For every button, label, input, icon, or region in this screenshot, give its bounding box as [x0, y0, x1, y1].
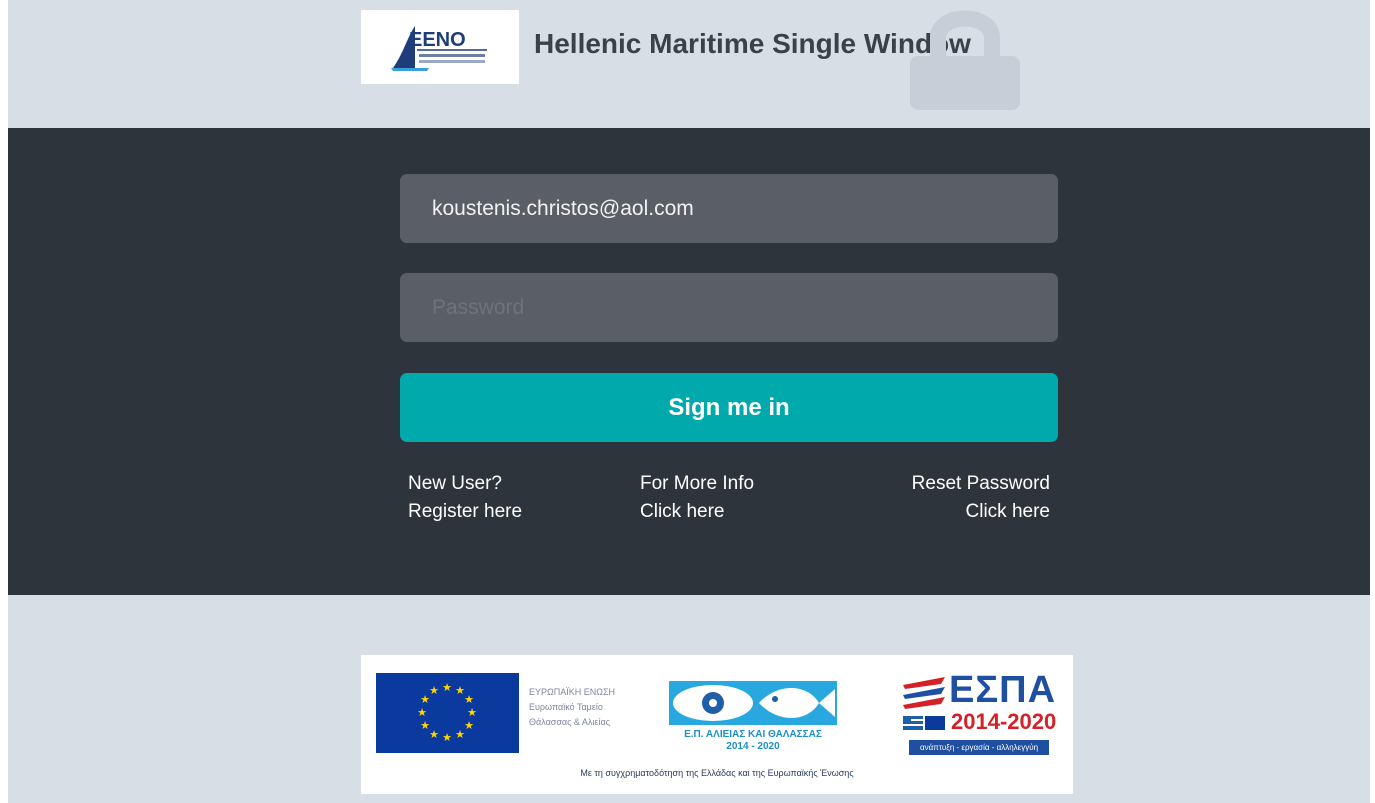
fish-caption-line1: Ε.Π. ΑΛΙΕΙΑΣ ΚΑΙ ΘΑΛΑΣΣΑΣ	[684, 729, 822, 740]
password-field[interactable]	[400, 273, 1058, 342]
sign-in-button[interactable]: Sign me in	[400, 373, 1058, 442]
svg-text:★: ★	[429, 684, 439, 697]
espa-logo-text: ΕΣΠΑ	[949, 669, 1057, 711]
eu-text-line2: Ευρωπαϊκό Ταμείο	[529, 702, 603, 712]
email-field[interactable]	[400, 174, 1058, 243]
lock-icon	[910, 10, 1020, 110]
sail-logo-icon: EENO	[391, 26, 487, 71]
more-info-link[interactable]: For More Info Click here	[640, 470, 754, 526]
register-link-line1: New User?	[408, 473, 502, 494]
eu-flag-icon: ★ ★ ★ ★ ★ ★ ★ ★ ★ ★ ★ ★	[376, 673, 519, 753]
cofunding-text: Με τη συγχρηματοδότηση της Ελλάδας και τ…	[580, 768, 854, 778]
svg-text:★: ★	[429, 728, 439, 741]
register-link[interactable]: New User? Register here	[408, 470, 522, 526]
eu-text-line3: Θάλασσας & Αλιείας	[529, 717, 610, 727]
reset-password-link-line1: Reset Password	[911, 473, 1050, 494]
more-info-link-line1: For More Info	[640, 473, 755, 494]
reset-password-link[interactable]: Reset Password Click here	[850, 470, 1050, 526]
funding-banner: ★ ★ ★ ★ ★ ★ ★ ★ ★ ★ ★ ★ ΕΥΡΩΠΑΪΚΗ ΕΝΩΣΗ …	[361, 655, 1073, 794]
espa-years: 2014-2020	[951, 709, 1057, 734]
svg-text:★: ★	[455, 728, 465, 741]
greece-eu-flags-icon	[903, 716, 945, 730]
reset-password-link-line2: Click here	[965, 501, 1050, 522]
svg-text:★: ★	[417, 706, 427, 719]
eu-fund-text: ΕΥΡΩΠΑΪΚΗ ΕΝΩΣΗ Ευρωπαϊκό Ταμείο Θάλασσα…	[529, 685, 615, 730]
svg-text:★: ★	[442, 681, 452, 694]
fish-caption-line2: 2014 - 2020	[726, 741, 780, 752]
espa-motto: ανάπτυξη - εργασία - αλληλεγγύη	[909, 740, 1049, 755]
svg-text:★: ★	[420, 719, 430, 732]
register-link-line2: Register here	[408, 501, 523, 522]
page-title: Hellenic Maritime Single Window	[534, 28, 971, 59]
more-info-link-line2: Click here	[640, 501, 725, 522]
hmsw-logo: EENO	[361, 10, 519, 84]
fish-logo-caption: Ε.Π. ΑΛΙΕΙΑΣ ΚΑΙ ΘΑΛΑΣΣΑΣ 2014 - 2020	[663, 729, 843, 753]
svg-text:★: ★	[467, 706, 477, 719]
eu-text-line1: ΕΥΡΩΠΑΪΚΗ ΕΝΩΣΗ	[529, 687, 616, 697]
svg-text:★: ★	[464, 719, 474, 732]
svg-text:★: ★	[464, 693, 474, 706]
fish-eye-logo-icon	[669, 681, 837, 725]
svg-text:★: ★	[442, 731, 452, 744]
logo-text: EENO	[409, 29, 466, 51]
espa-swoosh-icon	[903, 677, 945, 709]
